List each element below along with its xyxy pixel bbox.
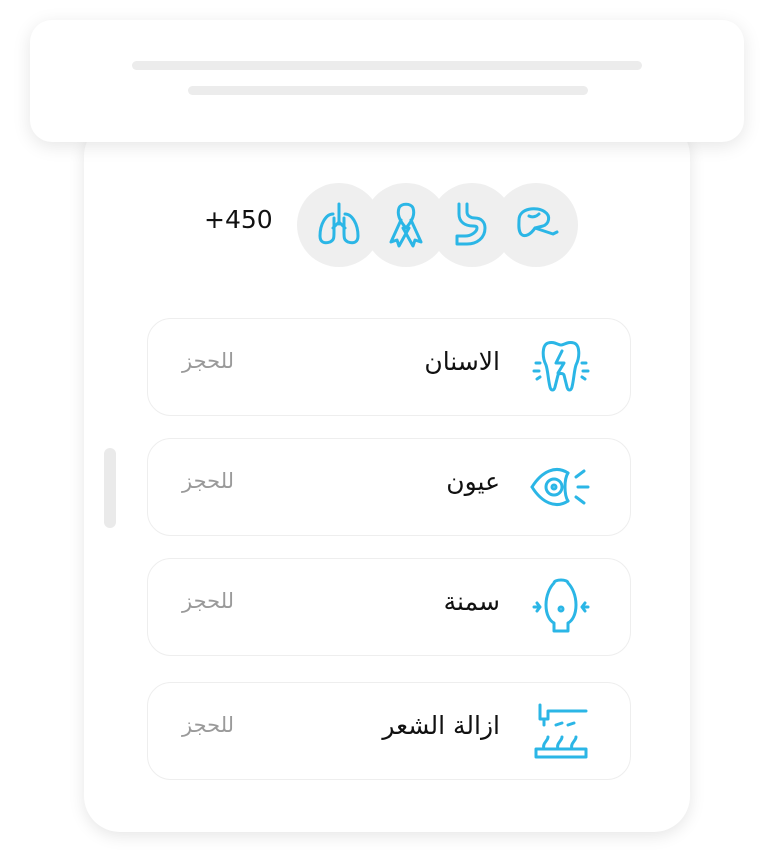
lungs-icon[interactable] (297, 183, 381, 267)
specialty-label: الاسنان (424, 347, 500, 376)
stomach-icon-graphic (455, 202, 487, 246)
scrollbar[interactable] (104, 448, 116, 528)
header-placeholder-line (132, 61, 642, 70)
specialty-label: ازالة الشعر (382, 711, 500, 740)
book-link[interactable]: للحجز (182, 349, 234, 373)
book-link[interactable]: للحجز (182, 713, 234, 737)
specialty-card-obesity[interactable]: للحجز سمنة (147, 558, 631, 656)
specialty-card-teeth[interactable]: للحجز الاسنان (147, 318, 631, 416)
header-placeholder-line (188, 86, 588, 95)
hair-removal-icon (534, 703, 588, 759)
specialty-label: سمنة (443, 587, 500, 616)
tooth-icon (532, 340, 590, 392)
header-card (30, 20, 744, 142)
liver-icon-graphic (517, 207, 559, 238)
book-link[interactable]: للحجز (182, 469, 234, 493)
obesity-icon (532, 578, 590, 633)
specialty-card-hair-removal[interactable]: للحجز ازالة الشعر (147, 682, 631, 780)
lungs-icon-graphic (318, 202, 360, 245)
ribbon-icon-graphic (389, 202, 423, 248)
specialties-count: +450 (204, 205, 273, 234)
book-link[interactable]: للحجز (182, 589, 234, 613)
eye-icon (530, 468, 590, 506)
specialty-label: عيون (446, 467, 500, 496)
specialty-card-eyes[interactable]: للحجز عيون (147, 438, 631, 536)
